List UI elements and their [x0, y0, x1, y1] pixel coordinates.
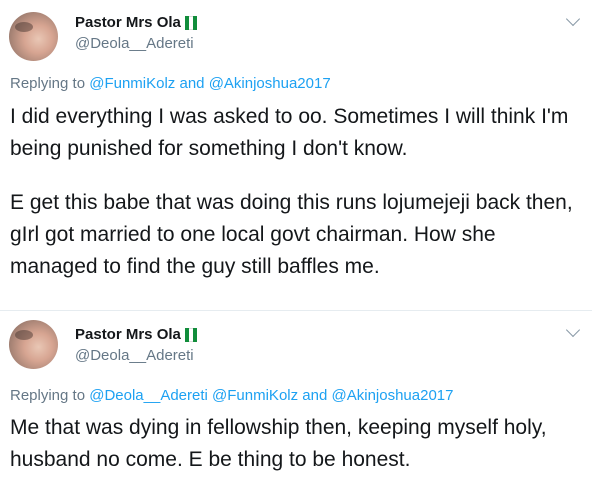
tweet-paragraph: Me that was dying in fellowship then, ke…	[10, 416, 547, 471]
nigeria-flag-icon	[184, 15, 197, 30]
mention-link[interactable]: @Akinjoshua2017	[209, 75, 331, 92]
author-name[interactable]: Pastor Mrs Ola	[75, 326, 197, 343]
tweet-text: I did everything I was asked to oo. Some…	[10, 101, 585, 283]
mention-link[interactable]: @Deola__Adereti	[89, 387, 208, 404]
replying-and: and	[179, 75, 205, 92]
replying-and: and	[302, 387, 328, 404]
mention-link[interactable]: @Akinjoshua2017	[332, 387, 454, 404]
author-handle[interactable]: @Deola__Adereti	[75, 347, 194, 364]
author-name-text[interactable]: Pastor Mrs Ola	[75, 326, 181, 343]
avatar[interactable]	[9, 320, 58, 369]
replying-to: Replying to @Deola__Adereti @FunmiKolz a…	[10, 387, 453, 404]
author-handle[interactable]: @Deola__Adereti	[75, 35, 194, 52]
author-name[interactable]: Pastor Mrs Ola	[75, 14, 197, 31]
tweet-paragraph: E get this babe that was doing this runs…	[10, 191, 573, 278]
tweet-text: Me that was dying in fellowship then, ke…	[10, 412, 585, 476]
tweet-paragraph: I did everything I was asked to oo. Some…	[10, 105, 569, 160]
avatar[interactable]	[9, 12, 58, 61]
author-name-text[interactable]: Pastor Mrs Ola	[75, 14, 181, 31]
nigeria-flag-icon	[184, 327, 197, 342]
tweet[interactable]: Pastor Mrs Ola @Deola__Adereti Replying …	[0, 311, 592, 503]
mention-link[interactable]: @FunmiKolz	[89, 75, 175, 92]
replying-to: Replying to @FunmiKolz and @Akinjoshua20…	[10, 75, 331, 92]
chevron-down-icon[interactable]	[565, 322, 581, 338]
tweet[interactable]: Pastor Mrs Ola @Deola__Adereti Replying …	[0, 0, 592, 310]
replying-prefix: Replying to	[10, 75, 86, 92]
replying-prefix: Replying to	[10, 387, 86, 404]
chevron-down-icon[interactable]	[565, 11, 581, 27]
mention-link[interactable]: @FunmiKolz	[212, 387, 298, 404]
